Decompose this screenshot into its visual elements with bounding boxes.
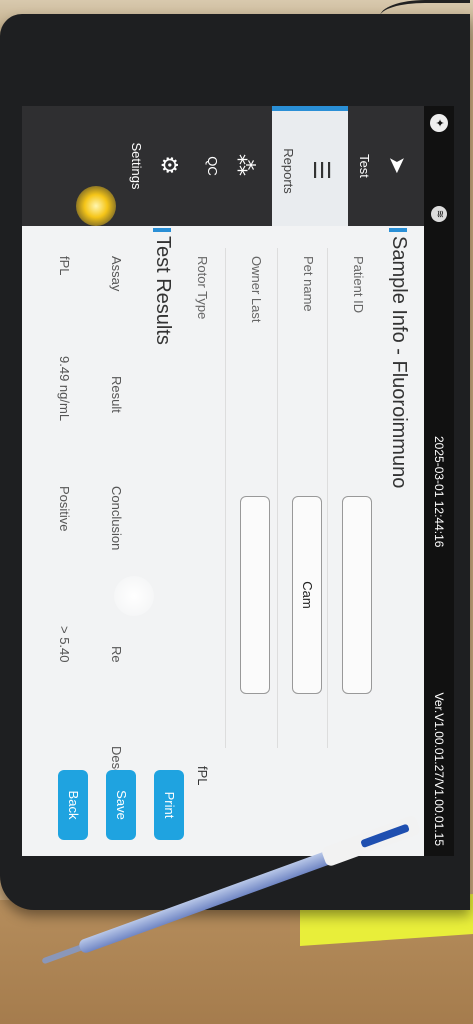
result-reference: > 5.40 [57,626,72,663]
pet-name-label: Pet name [301,256,316,312]
rotor-type-value: fPL [195,766,210,786]
back-button[interactable]: Back [58,770,88,840]
test-arrow-icon: ➤ [385,155,410,175]
result-value: 9.49 ng/mL [57,356,72,422]
col-header-assay: Assay [109,256,124,292]
rotor-type-label: Rotor Type [195,256,210,320]
patient-id-label: Patient ID [351,256,366,314]
nav-item-reports[interactable]: ☰ Reports [272,106,348,226]
col-header-result: Result [109,376,124,413]
col-header-conclusion: Conclusion [109,486,124,551]
patient-id-field[interactable] [342,496,372,694]
print-button[interactable]: Print [154,770,184,840]
divider [277,248,278,748]
owner-last-label: Owner Last [249,256,264,323]
led-light [76,186,116,226]
light-reflection [114,576,154,616]
qc-nodes-icon: ⁂ [233,154,258,176]
nav-item-test[interactable]: ➤ Test [348,106,424,226]
wifi-icon: ≋ [431,206,447,222]
nav-item-qc[interactable]: ⁂ QC [196,106,272,226]
status-datetime: 2025-03-01 12:44:16 [432,436,446,548]
status-bar: ✦ ≋ 2025-03-01 12:44:16 Ver.V1.00.01.27/… [424,106,454,856]
result-conclusion: Positive [57,486,72,532]
gear-icon: ⚙ [157,155,182,175]
brand-logo-icon: ✦ [430,114,448,132]
test-results-title: Test Results [152,236,174,345]
col-header-reference: Re [109,646,124,663]
nav-item-settings[interactable]: ⚙ Settings [120,106,196,226]
result-assay: fPL [57,256,72,276]
owner-last-field[interactable] [240,496,270,694]
nav-item-label: Settings [129,142,144,190]
divider [225,248,226,748]
analyzer-device: ✦ ≋ 2025-03-01 12:44:16 Ver.V1.00.01.27/… [0,14,470,910]
nav-item-label: Test [357,154,372,178]
reports-list-icon: ☰ [309,160,334,180]
save-button[interactable]: Save [106,770,136,840]
sample-info-title: Sample Info - Fluoroimmuno [388,236,410,489]
divider [327,248,328,748]
nav-item-label: Reports [281,148,296,194]
pet-name-field[interactable]: Cam [292,496,322,694]
nav-item-label: QC [205,156,220,176]
main-content: Sample Info - Fluoroimmuno Patient ID Pe… [22,226,424,856]
